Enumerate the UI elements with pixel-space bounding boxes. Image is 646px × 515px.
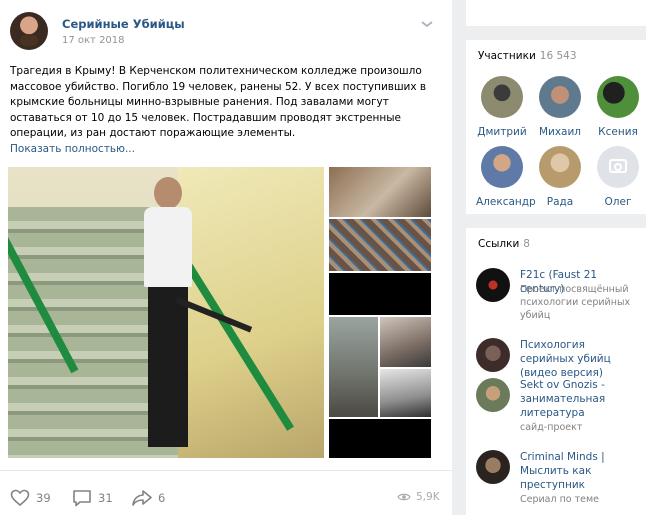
link-avatar bbox=[476, 338, 510, 372]
comment-count: 31 bbox=[98, 491, 113, 505]
person-head bbox=[154, 177, 182, 209]
like-button[interactable]: 39 bbox=[10, 489, 51, 507]
comment-icon bbox=[73, 490, 91, 507]
member-avatar bbox=[539, 76, 581, 118]
wall-post: Серийные Убийцы 17 окт 2018 Трагедия в К… bbox=[0, 0, 452, 515]
post-photo-thumb[interactable] bbox=[329, 317, 378, 417]
members-label: Участники bbox=[478, 50, 536, 62]
link-avatar bbox=[476, 378, 510, 412]
comment-button[interactable]: 31 bbox=[72, 489, 113, 507]
share-icon bbox=[132, 490, 152, 506]
member-name: Ксения bbox=[598, 126, 638, 138]
post-actions-bar: 39 31 6 5,9K bbox=[0, 470, 452, 515]
link-title[interactable]: Психология серийных убийц (видео версия) bbox=[520, 338, 640, 380]
member-avatar bbox=[481, 146, 523, 188]
like-count: 39 bbox=[36, 491, 51, 505]
members-block: Участники 16 543 Дмитрий Михаил Ксения Ал… bbox=[466, 40, 646, 214]
link-avatar bbox=[476, 268, 510, 302]
views-counter: 5,9K bbox=[397, 491, 440, 503]
post-photo-thumb[interactable] bbox=[329, 419, 431, 458]
member-item[interactable]: Олег bbox=[592, 146, 644, 208]
member-item[interactable]: Александр bbox=[476, 146, 536, 208]
post-photo-thumb[interactable] bbox=[380, 317, 431, 367]
members-title[interactable]: Участники 16 543 bbox=[478, 50, 577, 62]
post-photo-thumb[interactable] bbox=[329, 219, 431, 271]
member-item[interactable]: Рада bbox=[534, 146, 586, 208]
member-item[interactable]: Ксения bbox=[592, 76, 644, 138]
link-title[interactable]: Criminal Minds | Мыслить как преступник bbox=[520, 450, 640, 492]
post-date[interactable]: 17 окт 2018 bbox=[62, 35, 125, 46]
community-avatar[interactable] bbox=[10, 12, 48, 50]
link-title[interactable]: Sekt ov Gnozis - занимательная литератур… bbox=[520, 378, 640, 420]
link-description: сайд-проект bbox=[520, 422, 583, 433]
members-count: 16 543 bbox=[539, 50, 577, 62]
person-legs bbox=[148, 287, 188, 447]
member-name: Олег bbox=[604, 196, 632, 208]
post-photo-thumb[interactable] bbox=[329, 273, 431, 315]
links-block: Ссылки 8 F21c (Faust 21 century) Проект п… bbox=[466, 228, 646, 515]
post-text: Трагедия в Крыму! В Керченском политехни… bbox=[10, 65, 427, 139]
photo-person bbox=[138, 177, 253, 457]
sidebar-top-block bbox=[466, 0, 646, 26]
link-avatar bbox=[476, 450, 510, 484]
links-count: 8 bbox=[523, 238, 530, 250]
link-description: Проект посвящённый психологии серийных у… bbox=[520, 284, 631, 321]
member-item[interactable]: Михаил bbox=[534, 76, 586, 138]
member-item[interactable]: Дмитрий bbox=[476, 76, 528, 138]
share-button[interactable]: 6 bbox=[132, 489, 165, 507]
link-description: Сериал по теме bbox=[520, 494, 600, 505]
share-count: 6 bbox=[158, 491, 166, 505]
person-torso bbox=[144, 207, 192, 287]
post-author-link[interactable]: Серийные Убийцы bbox=[62, 17, 185, 31]
member-name: Александр bbox=[476, 196, 536, 208]
member-name: Михаил bbox=[538, 126, 582, 138]
links-label: Ссылки bbox=[478, 238, 520, 250]
post-photo-thumb[interactable] bbox=[329, 167, 431, 217]
member-avatar bbox=[597, 146, 639, 188]
chevron-down-icon[interactable] bbox=[420, 18, 434, 30]
camera-icon bbox=[609, 159, 627, 173]
links-title[interactable]: Ссылки 8 bbox=[478, 238, 530, 250]
views-count: 5,9K bbox=[416, 491, 440, 503]
heart-icon bbox=[10, 489, 30, 507]
post-photo-thumb[interactable] bbox=[380, 369, 431, 417]
show-more-link[interactable]: Показать полностью... bbox=[10, 143, 135, 155]
member-avatar bbox=[481, 76, 523, 118]
post-main-photo[interactable] bbox=[8, 167, 324, 458]
eye-icon bbox=[397, 493, 411, 501]
member-avatar bbox=[539, 146, 581, 188]
member-name: Дмитрий bbox=[477, 126, 527, 138]
member-avatar bbox=[597, 76, 639, 118]
member-name: Рада bbox=[546, 196, 574, 208]
